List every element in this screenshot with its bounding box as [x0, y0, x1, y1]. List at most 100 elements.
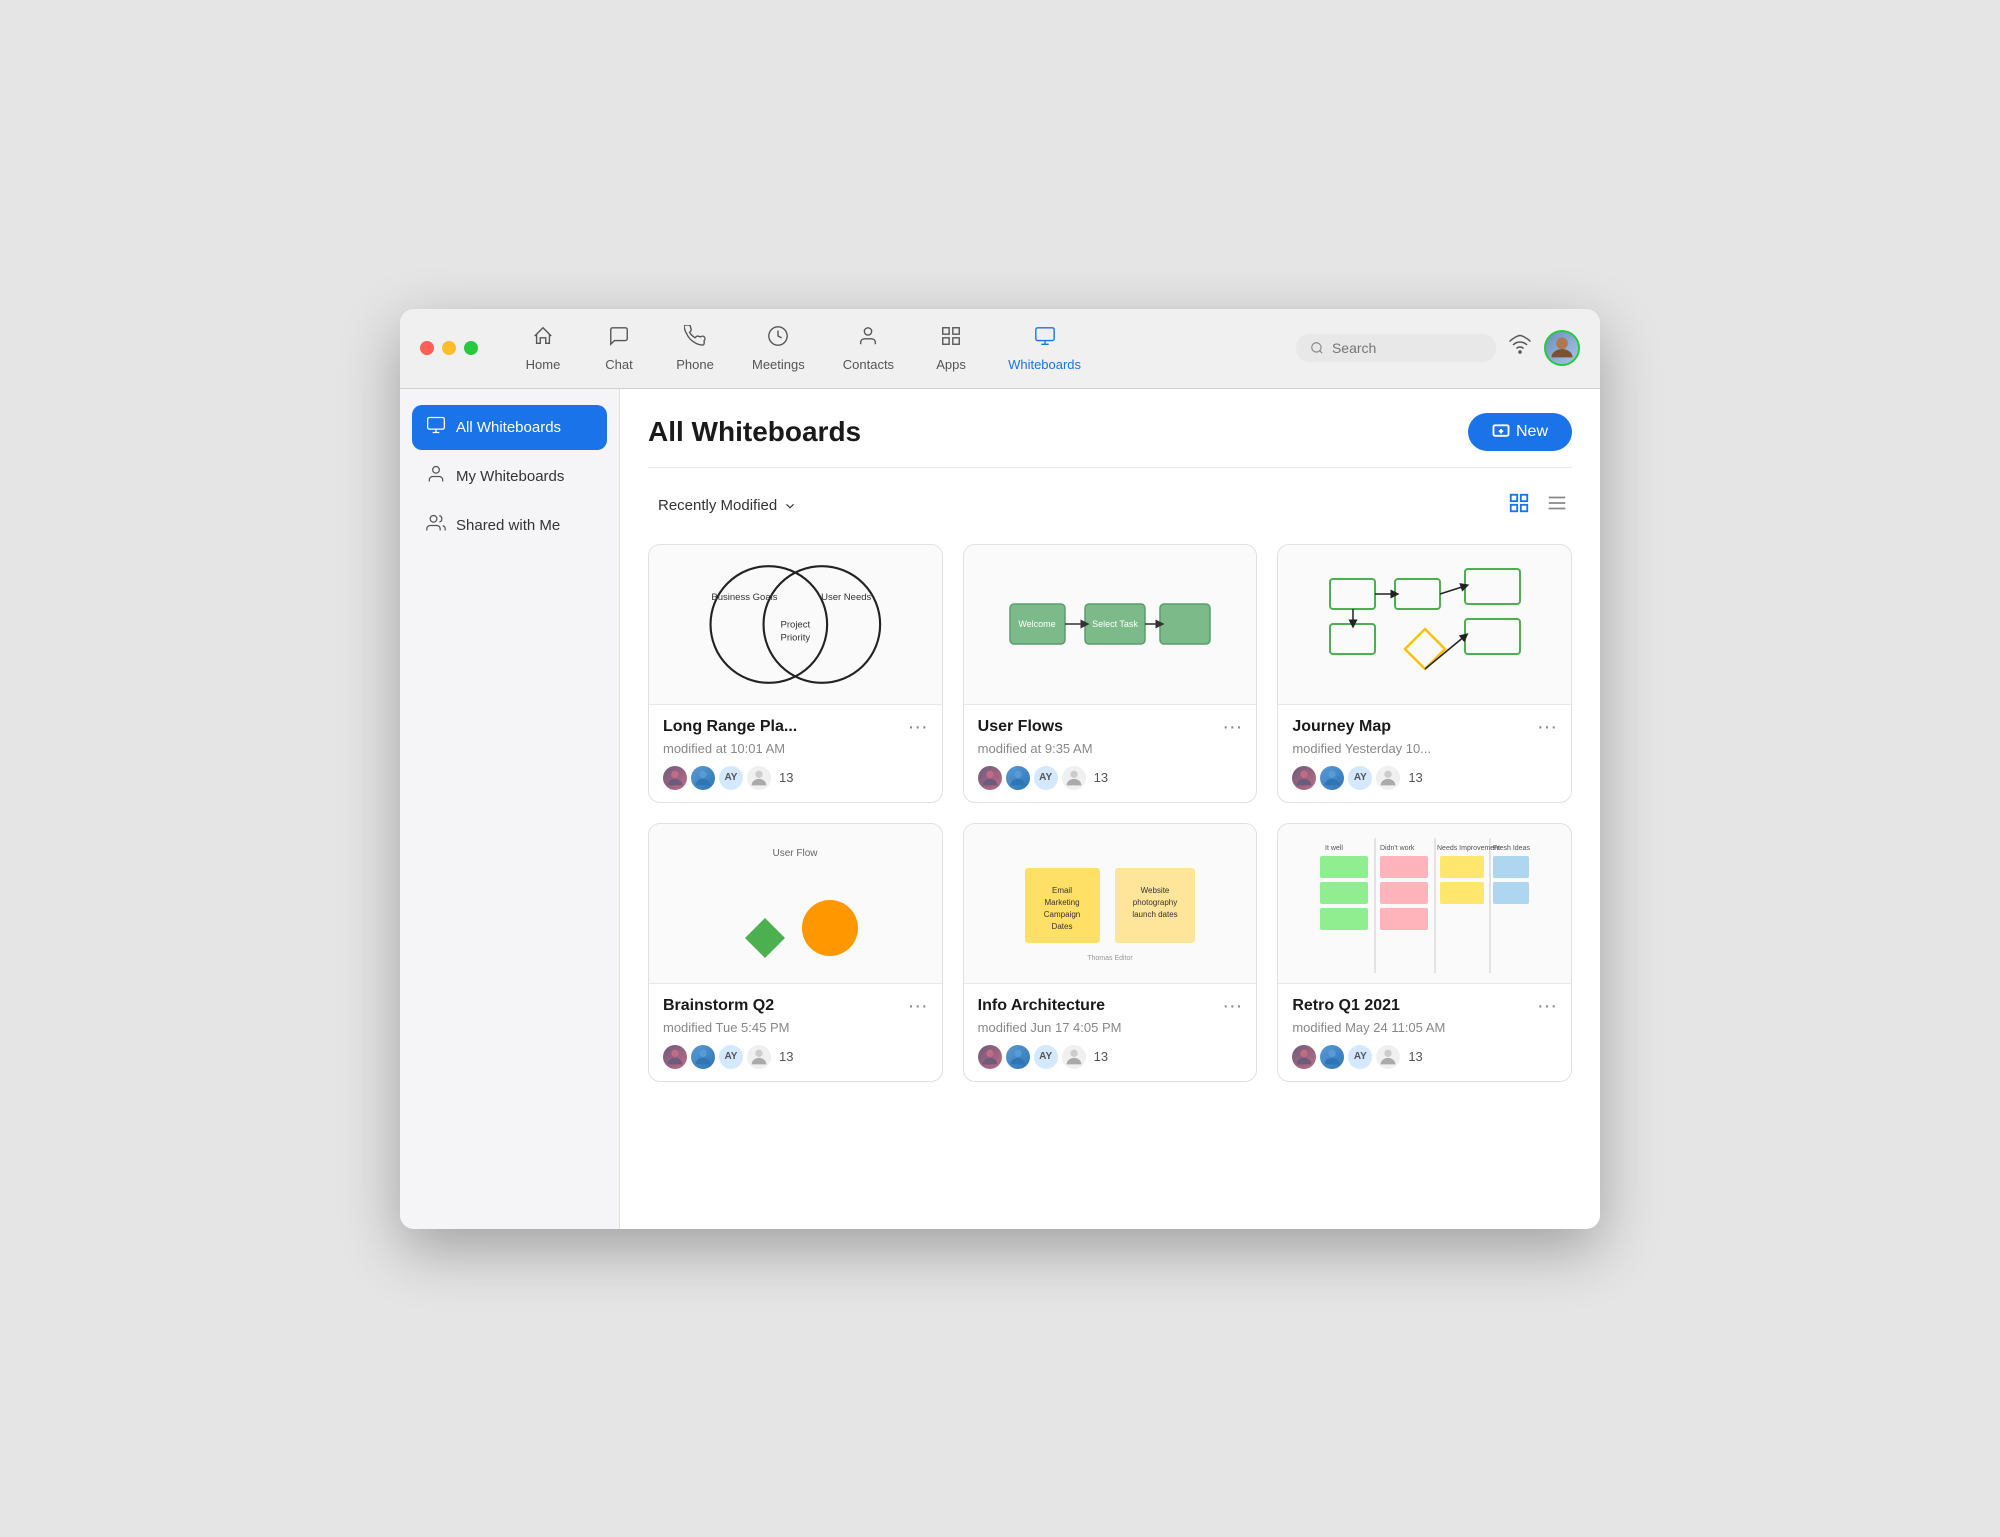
list-view-toggle[interactable] — [1542, 488, 1572, 524]
user-avatar[interactable] — [1544, 330, 1580, 366]
svg-text:Dates: Dates — [1052, 922, 1073, 931]
content-header: All Whiteboards New — [648, 413, 1572, 468]
avatar-1 — [978, 1045, 1002, 1069]
card-options-button[interactable]: ··· — [908, 717, 928, 737]
card-info-long-range-plan: Long Range Pla... ··· modified at 10:01 … — [649, 705, 942, 802]
collaborator-count: 13 — [1094, 770, 1108, 785]
filter-label: Recently Modified — [658, 497, 777, 514]
sidebar-item-my-whiteboards[interactable]: My Whiteboards — [412, 454, 607, 499]
card-modified: modified May 24 11:05 AM — [1292, 1020, 1557, 1035]
sidebar-item-all-whiteboards-label: All Whiteboards — [456, 419, 561, 436]
tab-contacts[interactable]: Contacts — [827, 319, 910, 378]
chevron-down-icon — [783, 499, 797, 513]
card-preview-brainstorm: User Flow — [649, 824, 942, 984]
avatar-initials-ay: AY — [1348, 1045, 1372, 1069]
collaborator-count: 13 — [1408, 770, 1422, 785]
content-area: All Whiteboards New Recently Modified — [620, 389, 1600, 1229]
whiteboard-card-long-range-plan[interactable]: Business Goals User Needs Project Priori… — [648, 544, 943, 803]
avatar-ghost — [1062, 766, 1086, 790]
tab-meetings[interactable]: Meetings — [736, 319, 821, 378]
card-info-retro-q1-2021: Retro Q1 2021 ··· modified May 24 11:05 … — [1278, 984, 1571, 1081]
card-title: Journey Map — [1292, 718, 1391, 736]
avatar-2 — [1320, 1045, 1344, 1069]
card-options-button[interactable]: ··· — [1222, 717, 1242, 737]
card-options-button[interactable]: ··· — [1222, 996, 1242, 1016]
filter-dropdown[interactable]: Recently Modified — [648, 491, 807, 520]
card-info-journey-map: Journey Map ··· modified Yesterday 10... — [1278, 705, 1571, 802]
tab-apps[interactable]: Apps — [916, 319, 986, 378]
card-options-button[interactable]: ··· — [1537, 717, 1557, 737]
svg-text:Needs Improvement: Needs Improvement — [1437, 845, 1500, 852]
grid-view-toggle[interactable] — [1504, 488, 1534, 524]
tab-contacts-label: Contacts — [843, 357, 894, 372]
svg-text:Project: Project — [781, 619, 811, 630]
search-input[interactable] — [1332, 340, 1482, 356]
card-options-button[interactable]: ··· — [908, 996, 928, 1016]
tab-phone-label: Phone — [676, 357, 714, 372]
tab-whiteboards-label: Whiteboards — [1008, 357, 1081, 372]
svg-text:photography: photography — [1133, 898, 1177, 907]
sidebar-item-all-whiteboards[interactable]: All Whiteboards — [412, 405, 607, 450]
search-bar[interactable] — [1296, 334, 1496, 362]
tab-home[interactable]: Home — [508, 319, 578, 378]
whiteboard-card-retro-q1-2021[interactable]: It well Didn't work Needs Improvement Fr… — [1277, 823, 1572, 1082]
people-icon — [426, 513, 446, 538]
svg-text:Select Task: Select Task — [1092, 619, 1138, 629]
whiteboard-card-brainstorm-q2[interactable]: User Flow Brainstorm Q2 ··· modified Tu — [648, 823, 943, 1082]
card-modified: modified at 9:35 AM — [978, 741, 1243, 756]
avatar-1 — [1292, 766, 1316, 790]
card-preview-retro: It well Didn't work Needs Improvement Fr… — [1278, 824, 1571, 984]
minimize-button[interactable] — [442, 341, 456, 355]
avatar-1 — [978, 766, 1002, 790]
avatar-ghost — [1376, 766, 1400, 790]
card-avatars: AY 13 — [978, 766, 1243, 790]
apps-icon — [940, 325, 962, 353]
card-preview-info-arch: Email Marketing Campaign Dates Website p… — [964, 824, 1257, 984]
avatar-ghost — [747, 1045, 771, 1069]
avatar-ghost — [1376, 1045, 1400, 1069]
whiteboards-icon — [1034, 325, 1056, 353]
whiteboard-card-user-flows[interactable]: Welcome Select Task User Flows ··· modif… — [963, 544, 1258, 803]
whiteboard-card-journey-map[interactable]: Journey Map ··· modified Yesterday 10... — [1277, 544, 1572, 803]
sidebar: All Whiteboards My Whiteboards Shared wi… — [400, 389, 620, 1229]
new-icon — [1492, 423, 1510, 441]
whiteboard-card-info-architecture[interactable]: Email Marketing Campaign Dates Website p… — [963, 823, 1258, 1082]
avatar-1 — [663, 1045, 687, 1069]
tab-whiteboards[interactable]: Whiteboards — [992, 319, 1097, 378]
card-modified: modified at 10:01 AM — [663, 741, 928, 756]
avatar-1 — [663, 766, 687, 790]
svg-text:launch dates: launch dates — [1132, 910, 1177, 919]
svg-text:Welcome: Welcome — [1018, 619, 1055, 629]
close-button[interactable] — [420, 341, 434, 355]
card-modified: modified Tue 5:45 PM — [663, 1020, 928, 1035]
card-title: User Flows — [978, 718, 1063, 736]
svg-text:It well: It well — [1325, 845, 1343, 852]
card-options-button[interactable]: ··· — [1537, 996, 1557, 1016]
search-icon — [1310, 340, 1324, 356]
tab-meetings-label: Meetings — [752, 357, 805, 372]
avatar-ghost — [747, 766, 771, 790]
tab-phone[interactable]: Phone — [660, 319, 730, 378]
tab-chat[interactable]: Chat — [584, 319, 654, 378]
home-icon — [532, 325, 554, 353]
nav-right — [1296, 330, 1580, 366]
card-avatars: AY 13 — [663, 1045, 928, 1069]
avatar-1 — [1292, 1045, 1316, 1069]
wifi-icon[interactable] — [1508, 333, 1532, 363]
new-whiteboard-button[interactable]: New — [1468, 413, 1572, 451]
card-title: Info Architecture — [978, 997, 1105, 1015]
svg-text:Thomas Editor: Thomas Editor — [1087, 955, 1133, 962]
card-preview-venn: Business Goals User Needs Project Priori… — [649, 545, 942, 705]
collaborator-count: 13 — [1408, 1049, 1422, 1064]
person-icon — [426, 464, 446, 489]
nav-tabs: Home Chat Phone Meetings — [508, 319, 1296, 378]
maximize-button[interactable] — [464, 341, 478, 355]
avatar-initials-ay: AY — [1034, 766, 1058, 790]
collaborator-count: 13 — [779, 1049, 793, 1064]
avatar-initials-ay: AY — [719, 1045, 743, 1069]
card-modified: modified Jun 17 4:05 PM — [978, 1020, 1243, 1035]
page-title: All Whiteboards — [648, 416, 861, 448]
sidebar-item-shared-with-me[interactable]: Shared with Me — [412, 503, 607, 548]
card-title: Retro Q1 2021 — [1292, 997, 1400, 1015]
chat-icon — [608, 325, 630, 353]
